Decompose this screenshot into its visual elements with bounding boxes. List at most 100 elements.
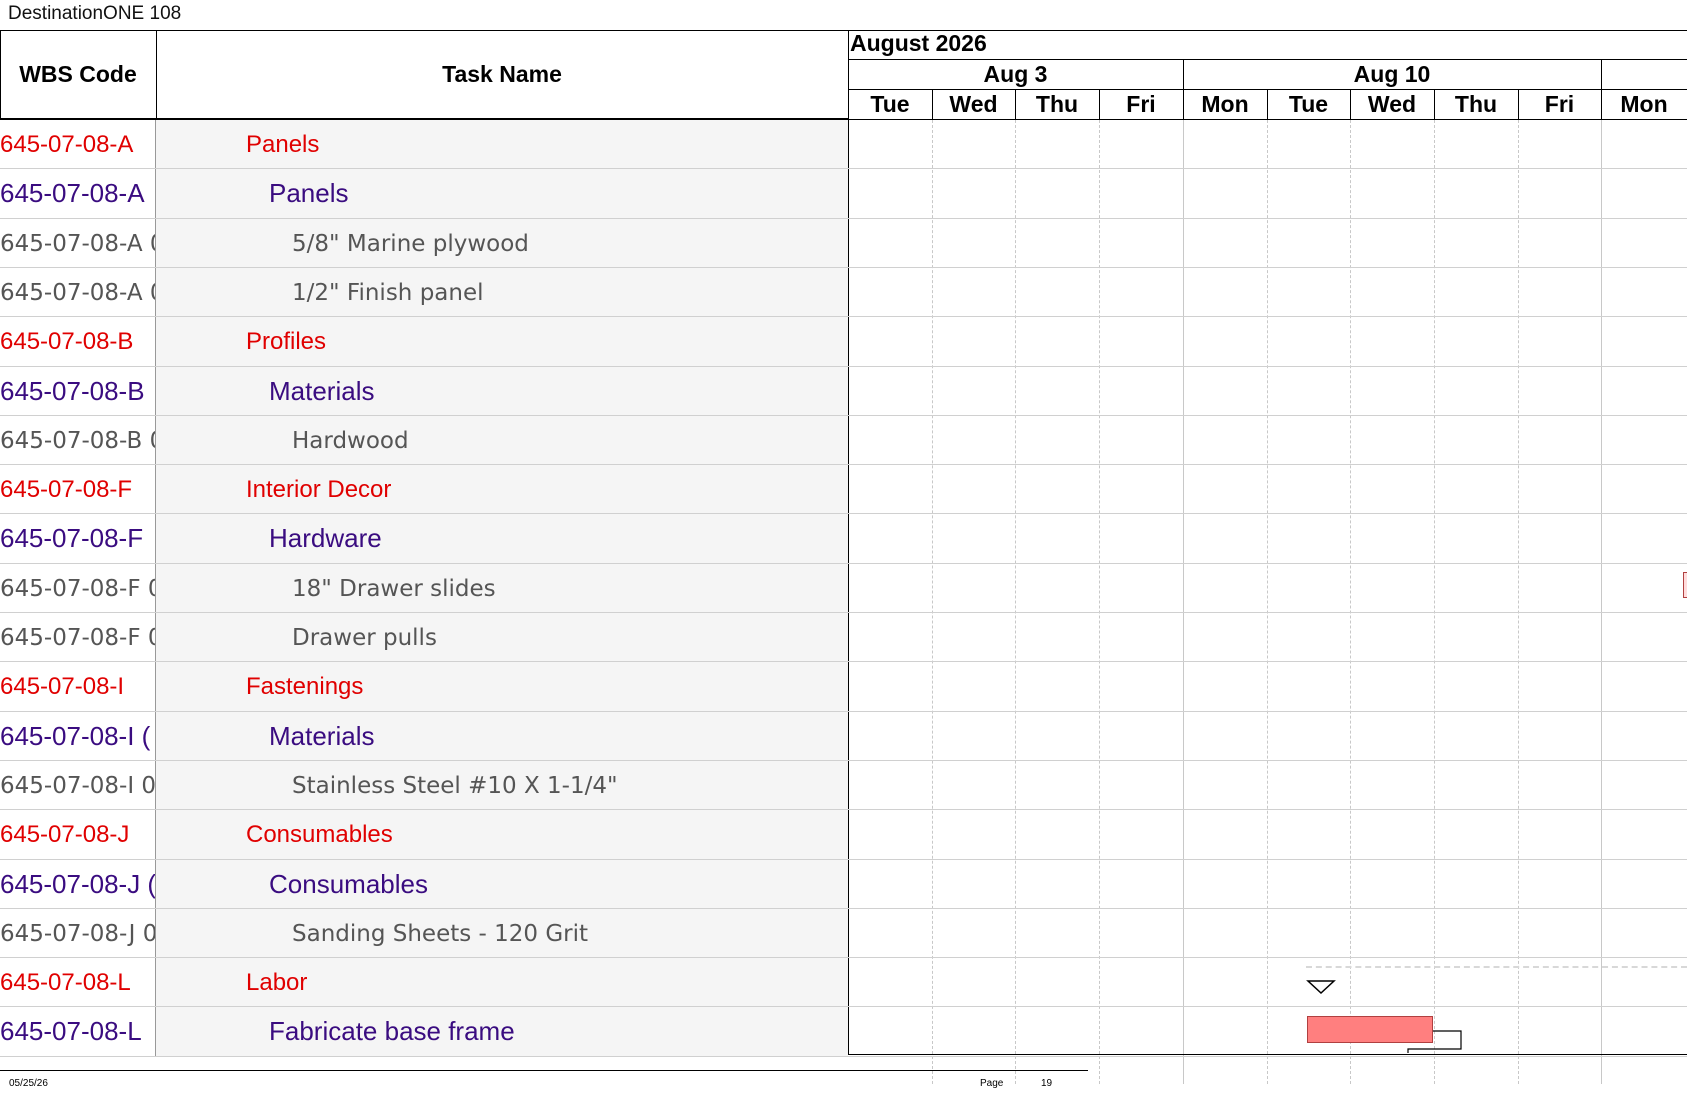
task-name-cell[interactable]: Interior Decor bbox=[156, 465, 848, 514]
timescale-day-8: Thu bbox=[1434, 90, 1519, 120]
window-title: DestinationONE 108 bbox=[8, 3, 182, 24]
timescale-day-label: Mon bbox=[1620, 91, 1668, 117]
wbs-code-cell[interactable]: 645-07-08-L bbox=[0, 958, 156, 1007]
wbs-code-cell[interactable]: 645-07-08-J bbox=[0, 810, 156, 859]
wbs-code-text: 645-07-08-J ( bbox=[0, 869, 156, 899]
timescale-day-4: Fri bbox=[1099, 90, 1184, 120]
task-name-text: Panels bbox=[269, 178, 349, 208]
task-row[interactable]: 645-07-08-J 01 Sanding Sheets - 120 Grit bbox=[0, 909, 1687, 958]
task-row[interactable]: 645-07-08-F 0 18" Drawer slides bbox=[0, 564, 1687, 613]
task-row[interactable]: 645-07-08-A 0 5/8" Marine plywood bbox=[0, 219, 1687, 268]
task-row[interactable]: 645-07-08-I 01 Stainless Steel #10 X 1-1/… bbox=[0, 761, 1687, 810]
task-name-text: Fabricate base frame bbox=[269, 1016, 515, 1046]
task-name-cell[interactable]: Labor bbox=[156, 958, 848, 1007]
task-row[interactable]: 645-07-08-F Hardware bbox=[0, 514, 1687, 563]
timescale-day-label: Wed bbox=[949, 91, 998, 117]
column-header-wbs[interactable]: WBS Code bbox=[0, 30, 157, 119]
gantt-frame: WBS Code Task Name August 2026 Aug 3 Aug… bbox=[0, 30, 1687, 1084]
task-name-cell[interactable]: Materials bbox=[156, 712, 848, 761]
task-row[interactable]: 645-07-08-A Panels bbox=[0, 120, 1687, 169]
task-row[interactable]: 645-07-08-A Panels bbox=[0, 169, 1687, 218]
wbs-code-cell[interactable]: 645-07-08-J 01 bbox=[0, 909, 156, 958]
timescale-week-1-label: Aug 3 bbox=[983, 61, 1048, 87]
wbs-code-cell[interactable]: 645-07-08-I 01 bbox=[0, 761, 156, 810]
dependency-connector bbox=[1407, 1030, 1462, 1053]
task-name-cell[interactable]: Hardwood bbox=[156, 416, 848, 465]
timescale-day-10: Mon bbox=[1601, 90, 1687, 120]
task-row[interactable]: 645-07-08-J (Consumables bbox=[0, 860, 1687, 909]
task-name-text: Sanding Sheets - 120 Grit bbox=[292, 920, 589, 947]
timescale-day-label: Thu bbox=[1454, 91, 1498, 117]
footer-page-number: 19 bbox=[1041, 1078, 1053, 1089]
wbs-code-cell[interactable]: 645-07-08-A bbox=[0, 120, 156, 169]
column-header-wbs-label: WBS Code bbox=[19, 60, 137, 87]
task-name-cell[interactable]: Panels bbox=[156, 120, 848, 169]
wbs-code-cell[interactable]: 645-07-08-B bbox=[0, 317, 156, 366]
task-name-cell[interactable]: Materials bbox=[156, 367, 848, 416]
task-name-cell[interactable]: 5/8" Marine plywood bbox=[156, 219, 848, 268]
wbs-code-cell[interactable]: 645-07-08-I bbox=[0, 662, 156, 711]
column-header-task-name[interactable]: Task Name bbox=[156, 30, 849, 119]
wbs-code-cell[interactable]: 645-07-08-L bbox=[0, 1007, 156, 1056]
wbs-code-cell[interactable]: 645-07-08-F bbox=[0, 465, 156, 514]
task-name-cell[interactable]: Fastenings bbox=[156, 662, 848, 711]
task-name-cell[interactable]: Drawer pulls bbox=[156, 613, 848, 662]
task-name-cell[interactable]: 1/2" Finish panel bbox=[156, 268, 848, 317]
timescale-week-1: Aug 3 bbox=[848, 60, 1184, 90]
task-name-cell[interactable]: Hardware bbox=[156, 514, 848, 563]
wbs-code-text: 645-07-08-A 0 bbox=[0, 279, 156, 306]
timescale-day-6: Tue bbox=[1267, 90, 1351, 120]
wbs-code-cell[interactable]: 645-07-08-A bbox=[0, 169, 156, 218]
task-row[interactable]: 645-07-08-A 0 1/2" Finish panel bbox=[0, 268, 1687, 317]
timescale-day-1: Tue bbox=[848, 90, 933, 120]
task-name-text: Hardware bbox=[269, 523, 382, 553]
wbs-code-text: 645-07-08-B bbox=[0, 376, 145, 406]
task-row[interactable]: 645-07-08-B Profiles bbox=[0, 317, 1687, 366]
task-row[interactable]: 645-07-08-I ( Materials bbox=[0, 712, 1687, 761]
wbs-code-cell[interactable]: 645-07-08-J ( bbox=[0, 860, 156, 909]
timescale-day-label: Fri bbox=[1126, 91, 1156, 117]
wbs-code-text: 645-07-08-A bbox=[0, 130, 134, 158]
task-name-cell[interactable]: Profiles bbox=[156, 317, 848, 366]
wbs-code-cell[interactable]: 645-07-08-F 0 bbox=[0, 613, 156, 662]
task-name-cell[interactable]: Consumables bbox=[156, 810, 848, 859]
wbs-code-cell[interactable]: 645-07-08-B bbox=[0, 367, 156, 416]
task-name-text: 18" Drawer slides bbox=[292, 575, 496, 602]
timescale-day-3: Thu bbox=[1015, 90, 1100, 120]
task-row[interactable]: 645-07-08-I Fastenings bbox=[0, 662, 1687, 711]
task-row[interactable]: 645-07-08-F 0 Drawer pulls bbox=[0, 613, 1687, 662]
wbs-code-cell[interactable]: 645-07-08-F bbox=[0, 514, 156, 563]
task-row[interactable]: 645-07-08-B 0 Hardwood bbox=[0, 416, 1687, 465]
wbs-code-text: 645-07-08-A bbox=[0, 178, 145, 208]
task-row[interactable]: 645-07-08-F Interior Decor bbox=[0, 465, 1687, 514]
wbs-code-cell[interactable]: 645-07-08-A 0 bbox=[0, 268, 156, 317]
wbs-code-cell[interactable]: 645-07-08-I ( bbox=[0, 712, 156, 761]
summary-dashed-line bbox=[1306, 966, 1687, 968]
task-name-cell[interactable]: Panels bbox=[156, 169, 848, 218]
task-name-text: Stainless Steel #10 X 1-1/4" bbox=[292, 772, 618, 799]
wbs-code-cell[interactable]: 645-07-08-F 0 bbox=[0, 564, 156, 613]
task-name-text: Materials bbox=[269, 721, 375, 751]
timescale-day-9: Fri bbox=[1518, 90, 1602, 120]
task-name-text: 5/8" Marine plywood bbox=[292, 230, 529, 257]
task-name-cell[interactable]: Consumables bbox=[156, 860, 848, 909]
timescale-day-5: Mon bbox=[1183, 90, 1268, 120]
timescale-week-2: Aug 10 bbox=[1183, 60, 1602, 90]
wbs-code-text: 645-07-08-J bbox=[0, 820, 130, 848]
wbs-code-text: 645-07-08-I ( bbox=[0, 721, 151, 751]
task-name-cell[interactable]: Stainless Steel #10 X 1-1/4" bbox=[156, 761, 848, 810]
task-name-cell[interactable]: Fabricate base frame bbox=[156, 1007, 848, 1056]
wbs-code-cell[interactable]: 645-07-08-A 0 bbox=[0, 219, 156, 268]
timescale-week-2-label: Aug 10 bbox=[1353, 61, 1431, 87]
task-row[interactable]: 645-07-08-B Materials bbox=[0, 367, 1687, 416]
offscreen-bar-edge bbox=[1683, 572, 1687, 598]
task-name-cell[interactable]: Sanding Sheets - 120 Grit bbox=[156, 909, 848, 958]
footer-date: 05/25/26 bbox=[9, 1078, 48, 1089]
summary-task-marker-icon[interactable] bbox=[1306, 979, 1336, 995]
wbs-code-text: 645-07-08-F bbox=[0, 475, 133, 503]
wbs-code-cell[interactable]: 645-07-08-B 0 bbox=[0, 416, 156, 465]
task-name-cell[interactable]: 18" Drawer slides bbox=[156, 564, 848, 613]
task-name-text: Consumables bbox=[246, 820, 393, 848]
task-row[interactable]: 645-07-08-J Consumables bbox=[0, 810, 1687, 859]
task-name-text: Profiles bbox=[246, 327, 327, 355]
